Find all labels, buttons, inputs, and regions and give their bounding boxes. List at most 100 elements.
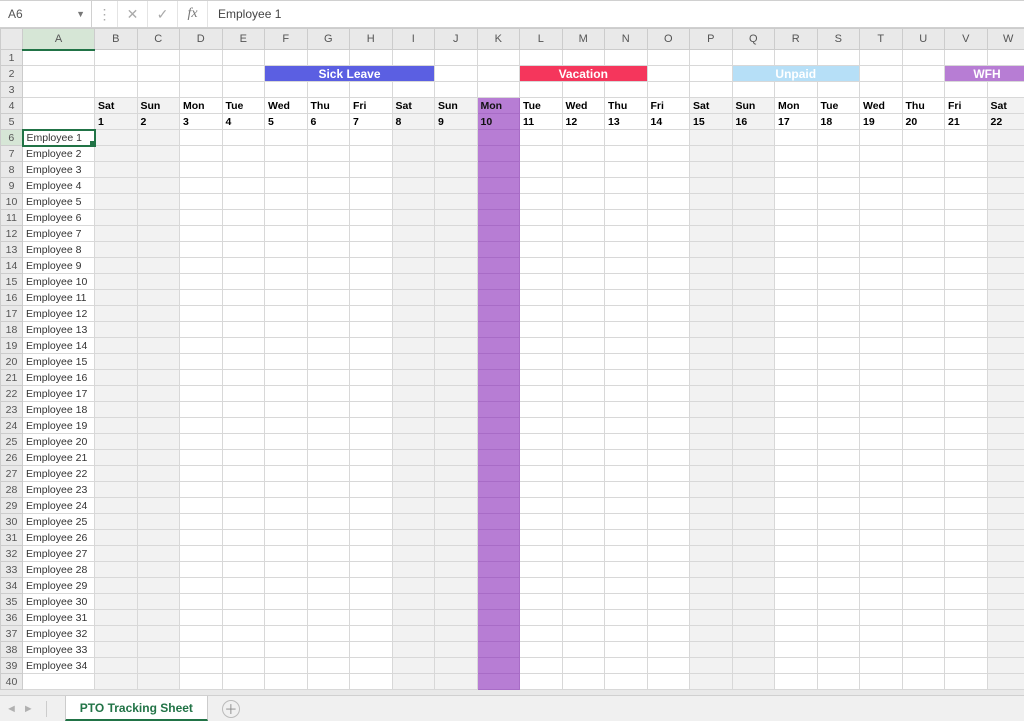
cell[interactable] [435, 610, 478, 626]
cell[interactable] [222, 546, 265, 562]
cell[interactable] [350, 562, 393, 578]
cell[interactable] [95, 530, 138, 546]
cell[interactable] [945, 482, 988, 498]
cell[interactable] [860, 674, 903, 690]
cell[interactable] [902, 210, 945, 226]
cell[interactable] [605, 610, 648, 626]
cell[interactable] [95, 210, 138, 226]
cell[interactable] [775, 450, 818, 466]
cell[interactable] [945, 402, 988, 418]
cell[interactable] [222, 226, 265, 242]
cell[interactable] [95, 338, 138, 354]
cell[interactable] [647, 226, 690, 242]
cell[interactable] [520, 338, 563, 354]
cell[interactable] [520, 178, 563, 194]
cell[interactable] [987, 290, 1024, 306]
cell[interactable] [520, 242, 563, 258]
cell[interactable] [477, 306, 520, 322]
cell[interactable] [562, 242, 605, 258]
cell[interactable] [265, 178, 308, 194]
cell[interactable] [520, 386, 563, 402]
cell[interactable] [265, 130, 308, 146]
cell[interactable] [817, 130, 860, 146]
employee-name-cell[interactable]: Employee 20 [23, 434, 95, 450]
cell[interactable] [647, 194, 690, 210]
cell[interactable] [222, 82, 265, 98]
cell[interactable] [307, 578, 350, 594]
cell[interactable] [222, 626, 265, 642]
cell[interactable] [647, 338, 690, 354]
row-header-8[interactable]: 8 [1, 162, 23, 178]
cell[interactable] [265, 658, 308, 674]
row-header-21[interactable]: 21 [1, 370, 23, 386]
cell[interactable] [817, 226, 860, 242]
cell[interactable] [477, 322, 520, 338]
cell[interactable] [265, 146, 308, 162]
cell[interactable] [647, 482, 690, 498]
cell[interactable] [775, 642, 818, 658]
cell[interactable] [775, 162, 818, 178]
cell[interactable] [222, 466, 265, 482]
cell[interactable] [477, 82, 520, 98]
cell[interactable] [647, 594, 690, 610]
cell[interactable] [690, 642, 733, 658]
cell[interactable] [350, 386, 393, 402]
cell[interactable] [392, 466, 435, 482]
cell[interactable] [392, 514, 435, 530]
cell[interactable] [647, 322, 690, 338]
cell[interactable] [222, 146, 265, 162]
cell[interactable] [902, 306, 945, 322]
cell[interactable] [605, 642, 648, 658]
cell[interactable] [817, 194, 860, 210]
cell[interactable] [902, 162, 945, 178]
cell[interactable] [860, 290, 903, 306]
employee-name-cell[interactable]: Employee 9 [23, 258, 95, 274]
cell[interactable] [690, 322, 733, 338]
cell[interactable] [137, 482, 180, 498]
cell[interactable] [350, 354, 393, 370]
cell[interactable] [562, 274, 605, 290]
cell[interactable] [265, 194, 308, 210]
cell[interactable] [817, 594, 860, 610]
cell[interactable] [647, 178, 690, 194]
cell[interactable] [520, 226, 563, 242]
date-header[interactable]: 22 [987, 114, 1024, 130]
cell[interactable] [945, 370, 988, 386]
cell[interactable] [477, 258, 520, 274]
cell[interactable] [435, 642, 478, 658]
cell[interactable] [860, 370, 903, 386]
cell[interactable] [180, 82, 223, 98]
cell[interactable] [987, 194, 1024, 210]
cell[interactable] [690, 226, 733, 242]
cell[interactable] [180, 514, 223, 530]
row-header-39[interactable]: 39 [1, 658, 23, 674]
cell[interactable] [817, 578, 860, 594]
cell[interactable] [732, 178, 775, 194]
cell[interactable] [987, 610, 1024, 626]
cell[interactable] [987, 306, 1024, 322]
cell[interactable] [817, 210, 860, 226]
employee-name-cell[interactable]: Employee 3 [23, 162, 95, 178]
cell[interactable] [435, 386, 478, 402]
cell[interactable] [732, 610, 775, 626]
cell[interactable] [307, 178, 350, 194]
cell[interactable] [987, 226, 1024, 242]
cell[interactable] [520, 290, 563, 306]
cell[interactable] [860, 338, 903, 354]
cell[interactable] [477, 338, 520, 354]
cell[interactable] [987, 82, 1024, 98]
cell[interactable] [987, 354, 1024, 370]
cell[interactable] [477, 66, 520, 82]
cell[interactable] [562, 130, 605, 146]
cell[interactable] [350, 210, 393, 226]
cell[interactable] [647, 370, 690, 386]
cell[interactable] [732, 498, 775, 514]
cell[interactable] [180, 578, 223, 594]
cell[interactable] [690, 66, 733, 82]
cell[interactable] [605, 242, 648, 258]
cell[interactable] [137, 258, 180, 274]
date-header[interactable]: 6 [307, 114, 350, 130]
name-box[interactable]: ▼ [0, 1, 92, 27]
cell[interactable] [860, 210, 903, 226]
cell[interactable] [392, 242, 435, 258]
